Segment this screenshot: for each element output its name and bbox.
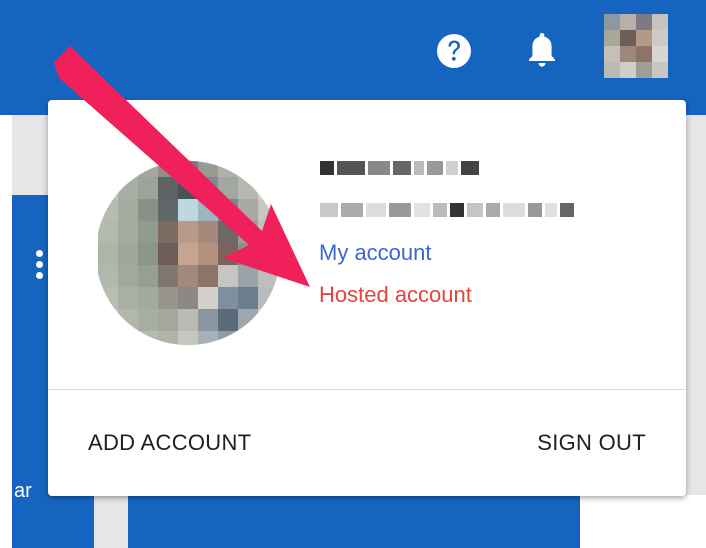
background-card-bottom[interactable] — [128, 490, 580, 548]
my-account-link[interactable]: My account — [319, 240, 432, 266]
account-email-redacted — [320, 195, 620, 225]
add-account-button[interactable]: ADD ACCOUNT — [88, 430, 251, 456]
profile-photo — [98, 160, 278, 346]
hosted-account-link[interactable]: Hosted account — [319, 282, 472, 308]
left-edge — [0, 115, 12, 548]
account-name-redacted — [320, 150, 500, 186]
sign-out-button[interactable]: SIGN OUT — [537, 430, 646, 456]
top-app-bar — [0, 0, 706, 115]
background-panel — [580, 495, 706, 548]
more-vert-icon[interactable] — [36, 250, 44, 284]
account-menu-card: My account Hosted account ADD ACCOUNT SI… — [48, 100, 686, 496]
help-icon[interactable] — [434, 31, 474, 71]
menu-divider — [48, 389, 686, 390]
bell-icon[interactable] — [524, 30, 560, 70]
avatar[interactable] — [604, 14, 668, 78]
card-partial-text: ar — [14, 480, 32, 502]
